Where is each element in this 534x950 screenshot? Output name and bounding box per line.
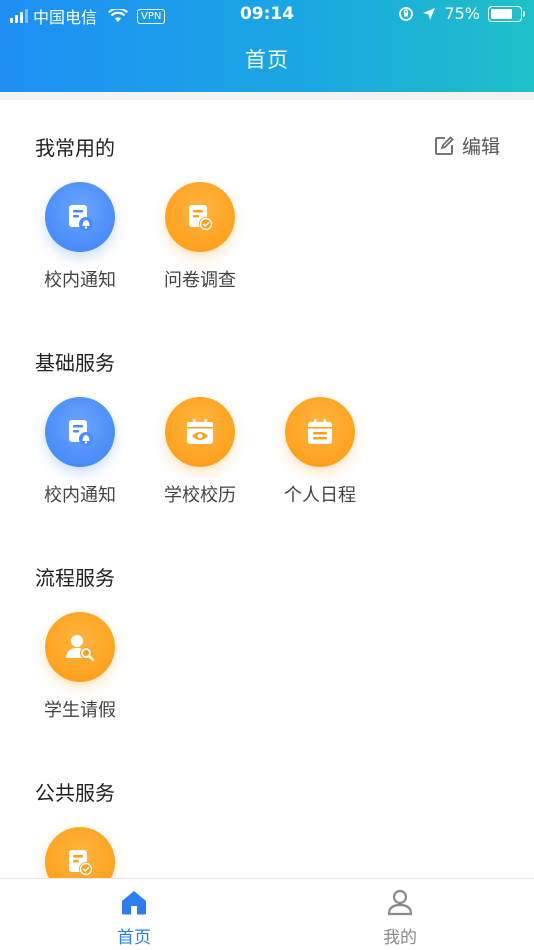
status-bar: 中国电信 VPN 09:14 75% bbox=[0, 0, 534, 32]
tile-school-notice[interactable]: 校内通知 bbox=[20, 397, 140, 507]
status-right: 75% bbox=[398, 4, 525, 23]
edit-icon bbox=[434, 135, 454, 156]
survey-check-icon bbox=[65, 847, 95, 877]
user-search-icon bbox=[64, 631, 96, 663]
section-process-services: 流程服务 学生请假 bbox=[0, 562, 534, 752]
tile-label: 校内通知 bbox=[44, 485, 116, 506]
home-icon bbox=[74, 887, 194, 917]
section-public-services: 公共服务 bbox=[0, 777, 534, 878]
edit-label: 编辑 bbox=[461, 136, 500, 158]
tile-school-calendar[interactable]: 学校校历 bbox=[140, 397, 260, 507]
app-header: 中国电信 VPN 09:14 75% 首页 bbox=[0, 0, 534, 92]
section-title-process: 流程服务 bbox=[35, 566, 115, 590]
location-icon bbox=[422, 7, 436, 21]
tile-icon-circle bbox=[45, 397, 115, 467]
header-divider bbox=[0, 92, 534, 100]
main-content[interactable]: 我常用的 编辑 校内通知 问卷调查 基础服务 校内通知 学校校历 个人日程 流程… bbox=[0, 100, 534, 878]
notice-bell-icon bbox=[65, 417, 95, 447]
tile-school-notice[interactable]: 校内通知 bbox=[20, 182, 140, 292]
orientation-lock-icon bbox=[398, 6, 414, 22]
page-title: 首页 bbox=[245, 48, 289, 72]
survey-check-icon bbox=[185, 202, 215, 232]
tile-personal-schedule[interactable]: 个人日程 bbox=[260, 397, 380, 507]
section-title-basic: 基础服务 bbox=[35, 351, 115, 375]
section-basic-services: 基础服务 校内通知 学校校历 个人日程 bbox=[0, 347, 534, 537]
section-title-public: 公共服务 bbox=[35, 781, 115, 805]
tile-label: 学校校历 bbox=[164, 485, 236, 506]
tab-bar: 首页 我的 bbox=[0, 878, 534, 950]
tile-label: 个人日程 bbox=[284, 485, 356, 506]
tile-label: 学生请假 bbox=[44, 700, 116, 721]
calendar-list-icon bbox=[304, 417, 336, 447]
tile-student-leave[interactable]: 学生请假 bbox=[20, 612, 140, 722]
tab-mine[interactable]: 我的 bbox=[340, 887, 460, 948]
tile-survey[interactable]: 问卷调查 bbox=[140, 182, 260, 292]
section-favorites: 我常用的 编辑 校内通知 问卷调查 bbox=[0, 132, 534, 322]
tile-public-survey[interactable] bbox=[20, 827, 140, 878]
notice-bell-icon bbox=[65, 202, 95, 232]
tile-icon-circle bbox=[45, 182, 115, 252]
section-title-favorites: 我常用的 bbox=[35, 136, 115, 160]
user-icon bbox=[340, 887, 460, 917]
tile-icon-circle bbox=[165, 397, 235, 467]
tab-home[interactable]: 首页 bbox=[74, 887, 194, 948]
tile-label: 校内通知 bbox=[44, 270, 116, 291]
battery-percent: 75% bbox=[444, 4, 480, 23]
tile-icon-circle bbox=[45, 612, 115, 682]
tab-home-label: 首页 bbox=[117, 928, 151, 948]
tile-icon-circle bbox=[165, 182, 235, 252]
battery-fill bbox=[491, 8, 512, 19]
tile-icon-circle bbox=[285, 397, 355, 467]
battery-icon bbox=[488, 5, 525, 22]
tab-mine-label: 我的 bbox=[383, 928, 417, 948]
edit-button[interactable]: 编辑 bbox=[434, 132, 500, 159]
tile-icon-circle bbox=[45, 827, 115, 878]
tile-label: 问卷调查 bbox=[164, 270, 236, 291]
calendar-eye-icon bbox=[184, 417, 216, 447]
